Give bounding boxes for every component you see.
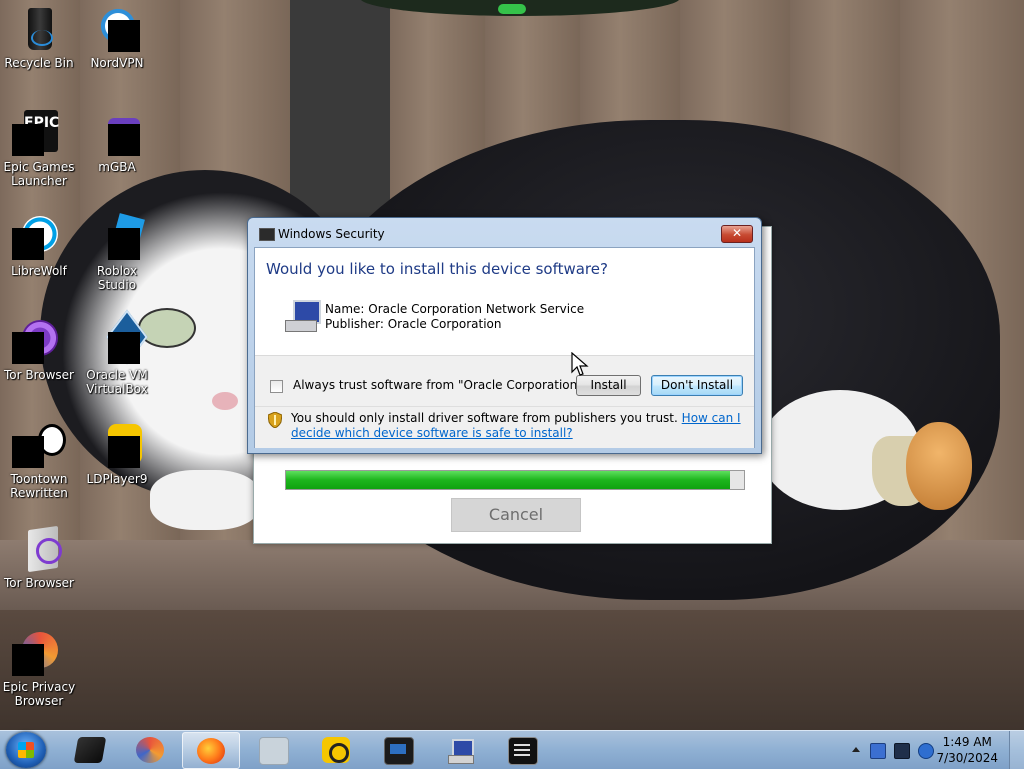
installer-computer-icon <box>446 737 474 764</box>
desktop-icon-ldplayer9[interactable]: LDPlayer9 <box>79 422 155 486</box>
mgba-icon <box>94 110 140 156</box>
desktop-icon-toontown[interactable]: Toontown Rewritten <box>1 422 77 500</box>
device-info: Name: Oracle Corporation Network Service… <box>325 302 584 332</box>
show-desktop-button[interactable] <box>1009 731 1024 769</box>
windows-security-dialog: Windows Security ✕ Would you like to ins… <box>247 217 762 454</box>
volume-icon[interactable] <box>918 743 934 759</box>
taskbar-item-firefox[interactable] <box>182 732 240 769</box>
desktop-icon-label: Tor Browser <box>3 576 74 590</box>
dark-box-icon <box>73 737 107 763</box>
device-name: Name: Oracle Corporation Network Service <box>325 302 585 316</box>
dialog-titlebar[interactable]: Windows Security ✕ <box>248 218 761 248</box>
show-hidden-icons-icon[interactable] <box>852 747 860 752</box>
network-icon[interactable] <box>870 743 886 759</box>
desktop-icon-recycle-bin[interactable]: Recycle Bin <box>1 6 77 70</box>
taskbar-item-ldplayer[interactable] <box>308 732 364 767</box>
nordvpn-icon <box>94 6 140 52</box>
clock[interactable]: 1:49 AM 7/30/2024 <box>936 734 998 766</box>
desktop-icon-label: LibreWolf <box>11 264 67 278</box>
dialog-client-area: Would you like to install this device so… <box>254 247 755 448</box>
taskbar-item-oracle-vm[interactable] <box>370 732 426 767</box>
taskbar-item-installer[interactable] <box>432 732 488 767</box>
roblox-studio-icon <box>94 213 145 260</box>
desktop-icon-label: NordVPN <box>90 56 144 70</box>
mouse-cursor-icon <box>571 351 589 378</box>
warning-message: You should only install driver software … <box>291 411 678 425</box>
desktop-icon-librewolf[interactable]: LibreWolf <box>1 214 77 278</box>
cancel-button[interactable]: Cancel <box>451 498 581 532</box>
desktop-icon-label: Recycle Bin <box>4 56 74 70</box>
roblox-icon <box>259 737 289 765</box>
desktop-icon-mgba[interactable]: mGBA <box>79 110 155 174</box>
tor-browser-icon <box>16 525 62 573</box>
close-button[interactable]: ✕ <box>721 225 753 243</box>
recycle-bin-icon <box>16 6 62 52</box>
hamster-gadget[interactable] <box>872 418 972 513</box>
tor-browser-icon <box>12 318 62 364</box>
desktop-icon-tor-browser-2[interactable]: Tor Browser <box>1 525 77 590</box>
taskbar-item-epic-privacy-browser[interactable] <box>122 732 178 767</box>
epic-games-icon: EPIC <box>12 110 62 156</box>
always-trust-label[interactable]: Always trust software from "Oracle Corpo… <box>293 378 587 392</box>
taskbar-item-virtualbox-manager[interactable] <box>62 732 118 767</box>
windows-logo-icon <box>18 742 34 758</box>
device-publisher: Publisher: Oracle Corporation <box>325 317 502 331</box>
console-icon <box>508 737 538 765</box>
toontown-icon <box>12 422 66 468</box>
desktop-icon-epic-games[interactable]: EPIC Epic Games Launcher <box>1 110 77 188</box>
desktop-icon-label: Roblox Studio <box>96 264 138 292</box>
epic-privacy-browser-icon <box>12 630 62 676</box>
taskbar-item-console[interactable] <box>494 732 550 767</box>
firefox-icon <box>197 738 225 764</box>
monitor-icon[interactable] <box>894 743 910 759</box>
desktop-icon-label: Tor Browser <box>3 368 74 382</box>
desktop-icon-label: Oracle VM VirtualBox <box>86 368 148 396</box>
clock-time: 1:49 AM <box>942 735 992 749</box>
ldplayer-icon <box>322 737 350 763</box>
desktop-icon-label: mGBA <box>98 160 136 174</box>
install-button[interactable]: Install <box>576 375 641 396</box>
desktop-icon-nordvpn[interactable]: NordVPN <box>79 6 155 70</box>
always-trust-checkbox[interactable] <box>270 380 283 393</box>
desktop-icon-virtualbox[interactable]: Oracle VM VirtualBox <box>79 309 155 396</box>
librewolf-icon <box>12 214 62 260</box>
desktop-icon-label: Epic Privacy Browser <box>2 680 76 708</box>
epic-privacy-browser-icon <box>136 737 164 763</box>
clock-date: 7/30/2024 <box>936 751 998 765</box>
desktop-icon-tor-browser[interactable]: Tor Browser <box>1 318 77 382</box>
start-button[interactable] <box>6 732 46 768</box>
warning-text: You should only install driver software … <box>291 411 741 441</box>
device-computer-icon <box>285 300 321 332</box>
desktop-icon-label: Toontown Rewritten <box>10 472 68 500</box>
taskbar: 1:49 AM 7/30/2024 <box>0 730 1024 769</box>
desktop-icon-label: LDPlayer9 <box>86 472 148 486</box>
shield-icon <box>268 412 282 428</box>
dont-install-button[interactable]: Don't Install <box>651 375 743 396</box>
virtualbox-icon <box>94 309 148 365</box>
dialog-title: Windows Security <box>278 227 385 241</box>
dialog-question: Would you like to install this device so… <box>266 260 608 278</box>
dialog-action-area: Always trust software from "Oracle Corpo… <box>255 355 754 448</box>
desktop-icon-epic-privacy-browser[interactable]: Epic Privacy Browser <box>1 630 77 708</box>
ldplayer-icon <box>94 422 142 468</box>
taskbar-item-roblox[interactable] <box>245 732 301 767</box>
desktop-icon-label: Epic Games Launcher <box>3 160 75 188</box>
system-tray: 1:49 AM 7/30/2024 <box>834 731 1024 769</box>
install-progress-fill <box>286 471 731 489</box>
desktop-icon-roblox-studio[interactable]: Roblox Studio <box>79 213 155 292</box>
install-progress-bar <box>285 470 745 490</box>
window-app-icon <box>259 228 275 241</box>
monitor-window-icon <box>384 737 414 765</box>
